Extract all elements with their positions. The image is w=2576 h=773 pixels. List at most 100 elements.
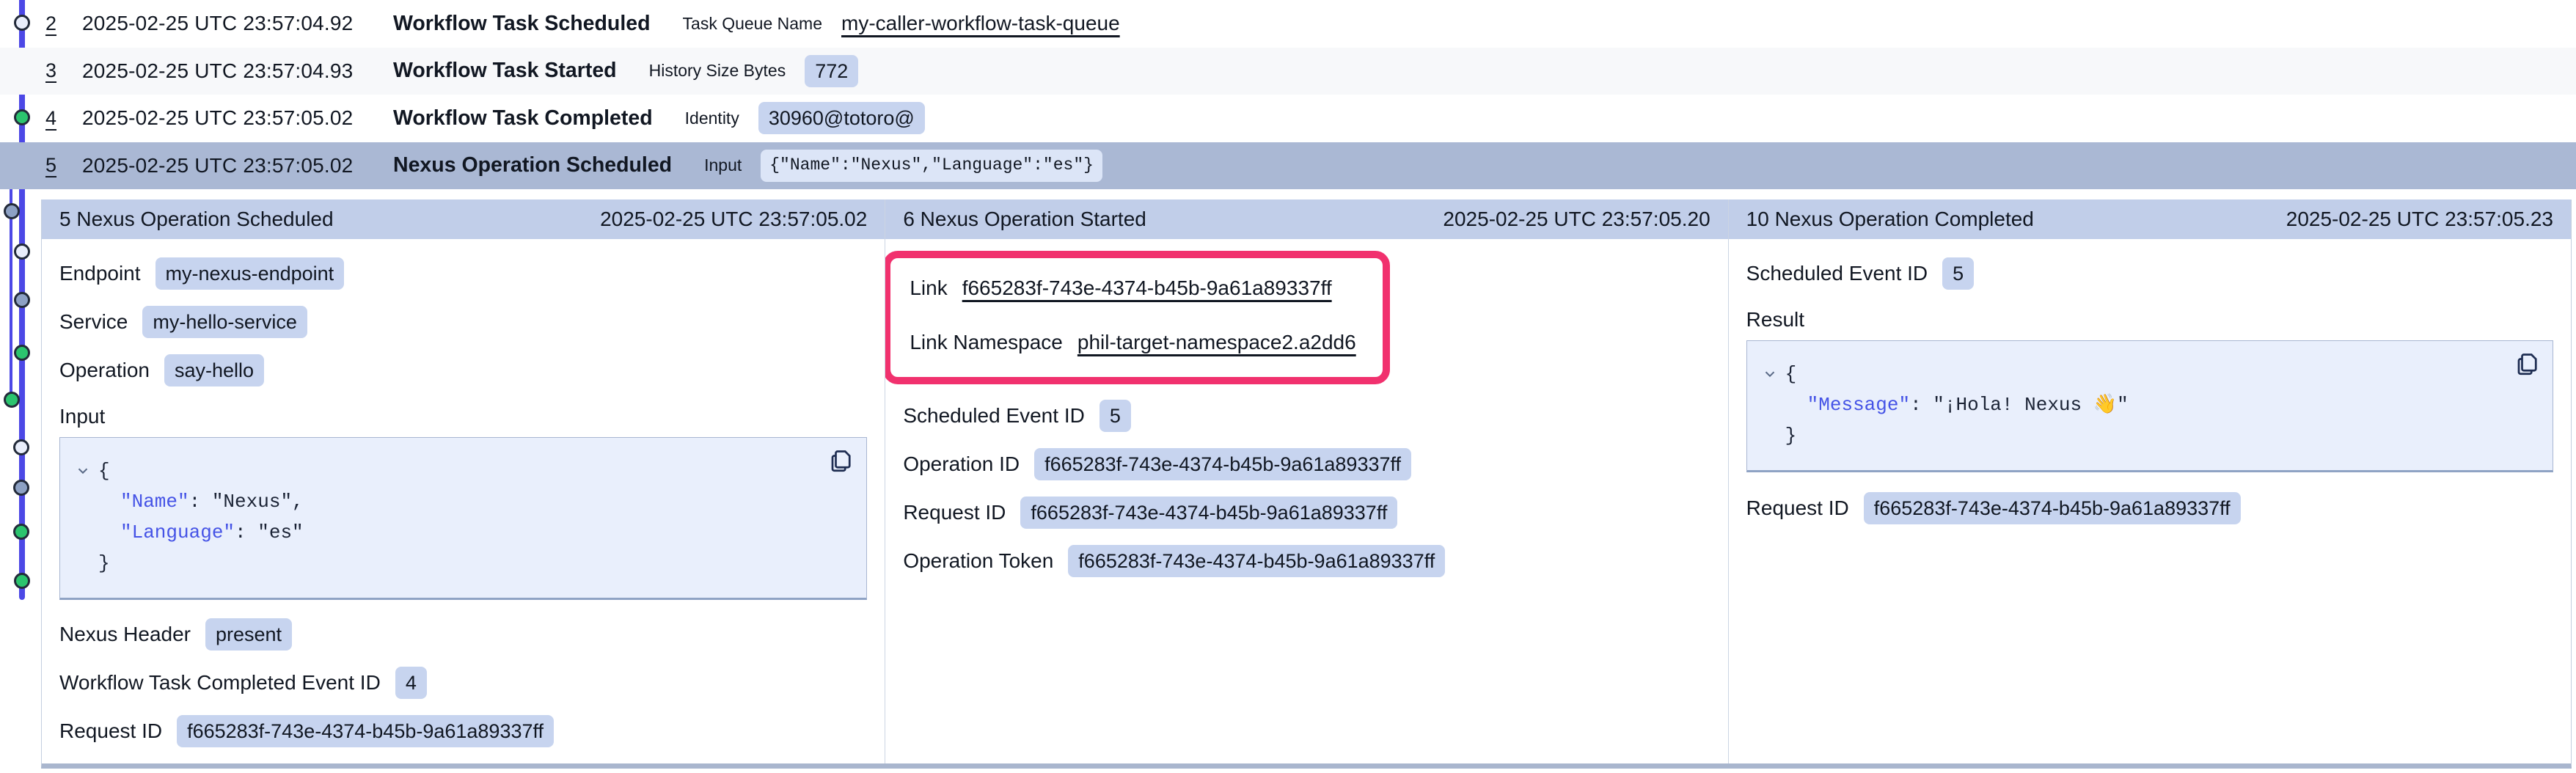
event-attr-label: Input bbox=[704, 155, 742, 175]
json-close-brace: } bbox=[1785, 420, 1797, 451]
json-key: "Name" bbox=[120, 486, 189, 517]
workflow-history-view: 2 2025-02-25 UTC 23:57:04.92 Workflow Ta… bbox=[0, 0, 2576, 773]
field-link: Link f665283f-743e-4374-b45b-9a61a89337f… bbox=[910, 271, 1364, 305]
event-row-3[interactable]: 3 2025-02-25 UTC 23:57:04.93 Workflow Ta… bbox=[0, 48, 2576, 95]
field-service: Service my-hello-service bbox=[59, 305, 867, 339]
field-operation-token: Operation Token f665283f-743e-4374-b45b-… bbox=[903, 544, 1710, 578]
field-nexus-header: Nexus Header present bbox=[59, 618, 867, 651]
event-id-link[interactable]: 4 bbox=[45, 107, 82, 130]
field-scheduled-event-id: Scheduled Event ID 5 bbox=[1746, 257, 2553, 290]
timeline-branch-line bbox=[10, 164, 12, 401]
event-history-table: 2 2025-02-25 UTC 23:57:04.92 Workflow Ta… bbox=[0, 0, 2576, 189]
panel-timestamp: 2025-02-25 UTC 23:57:05.02 bbox=[600, 208, 867, 231]
panel-header: 5 Nexus Operation Scheduled 2025-02-25 U… bbox=[42, 199, 885, 239]
event-timestamp: 2025-02-25 UTC 23:57:05.02 bbox=[82, 106, 393, 130]
nexus-link[interactable]: f665283f-743e-4374-b45b-9a61a89337ff bbox=[962, 276, 1332, 300]
timeline-dot bbox=[14, 573, 30, 589]
wtc-event-id-badge: 4 bbox=[395, 667, 427, 699]
request-id-badge: f665283f-743e-4374-b45b-9a61a89337ff bbox=[1020, 497, 1397, 529]
scheduled-event-id-badge: 5 bbox=[1099, 400, 1131, 432]
event-id-link[interactable]: 2 bbox=[45, 12, 82, 35]
event-attr-value-badge: 772 bbox=[805, 55, 858, 87]
event-attr-value-badge: 30960@totoro@ bbox=[758, 102, 925, 134]
event-name: Workflow Task Scheduled bbox=[393, 12, 651, 36]
json-open-brace: { bbox=[1785, 359, 1797, 389]
event-name: Nexus Operation Scheduled bbox=[393, 153, 672, 177]
field-link-namespace: Link Namespace phil-target-namespace2.a2… bbox=[910, 326, 1364, 359]
event-name: Workflow Task Started bbox=[393, 59, 617, 83]
field-label: Operation Token bbox=[903, 549, 1053, 573]
panel-body: Link f665283f-743e-4374-b45b-9a61a89337f… bbox=[885, 239, 1727, 593]
panel-body: Scheduled Event ID 5 Result bbox=[1729, 239, 2571, 540]
request-id-badge: f665283f-743e-4374-b45b-9a61a89337ff bbox=[177, 715, 554, 747]
timeline-dot bbox=[4, 392, 20, 408]
task-queue-link[interactable]: my-caller-workflow-task-queue bbox=[841, 12, 1120, 35]
field-label: Request ID bbox=[903, 501, 1006, 524]
timeline-dot bbox=[13, 480, 29, 496]
operation-id-badge: f665283f-743e-4374-b45b-9a61a89337ff bbox=[1034, 448, 1411, 480]
scheduled-event-id-badge: 5 bbox=[1942, 257, 1974, 290]
field-operation: Operation say-hello bbox=[59, 353, 867, 387]
panel-header: 6 Nexus Operation Started 2025-02-25 UTC… bbox=[885, 199, 1727, 239]
json-value: : "es" bbox=[235, 517, 304, 548]
event-timestamp: 2025-02-25 UTC 23:57:04.92 bbox=[82, 12, 393, 35]
field-label: Result bbox=[1746, 308, 1804, 331]
field-label: Link bbox=[910, 276, 947, 300]
panel-timestamp: 2025-02-25 UTC 23:57:05.23 bbox=[2286, 208, 2553, 231]
field-label: Nexus Header bbox=[59, 623, 191, 646]
event-row-2[interactable]: 2 2025-02-25 UTC 23:57:04.92 Workflow Ta… bbox=[0, 0, 2576, 48]
nexus-header-badge: present bbox=[205, 618, 292, 651]
endpoint-badge: my-nexus-endpoint bbox=[155, 257, 345, 290]
panel-title: 6 Nexus Operation Started bbox=[903, 208, 1146, 231]
event-attr-label: Task Queue Name bbox=[683, 14, 822, 34]
event-attr-label: Identity bbox=[685, 109, 739, 128]
panel-nexus-operation-scheduled: 5 Nexus Operation Scheduled 2025-02-25 U… bbox=[42, 199, 885, 763]
field-label: Scheduled Event ID bbox=[903, 404, 1085, 428]
field-label: Link Namespace bbox=[910, 331, 1063, 354]
event-row-4[interactable]: 4 2025-02-25 UTC 23:57:05.02 Workflow Ta… bbox=[0, 95, 2576, 142]
copy-icon[interactable] bbox=[2514, 351, 2541, 380]
timeline-dot bbox=[4, 203, 20, 219]
event-input-badge: {"Name":"Nexus","Language":"es"} bbox=[761, 150, 1102, 182]
event-id-link[interactable]: 5 bbox=[45, 154, 82, 177]
field-label: Operation ID bbox=[903, 453, 1020, 476]
json-open-brace: { bbox=[98, 455, 110, 486]
link-namespace-link[interactable]: phil-target-namespace2.a2dd6 bbox=[1077, 331, 1356, 354]
panel-nexus-operation-completed: 10 Nexus Operation Completed 2025-02-25 … bbox=[1728, 199, 2571, 763]
operation-badge: say-hello bbox=[164, 354, 264, 386]
field-label: Operation bbox=[59, 359, 150, 382]
field-label: Request ID bbox=[1746, 497, 1849, 520]
event-timestamp: 2025-02-25 UTC 23:57:05.02 bbox=[82, 154, 393, 177]
operation-token-badge: f665283f-743e-4374-b45b-9a61a89337ff bbox=[1068, 545, 1445, 577]
panel-nexus-operation-started: 6 Nexus Operation Started 2025-02-25 UTC… bbox=[885, 199, 1727, 763]
event-attr-label: History Size Bytes bbox=[649, 61, 786, 81]
timeline-dot bbox=[14, 243, 30, 260]
result-json-viewer: { "Message" : "¡Hola! Nexus 👋" } bbox=[1746, 340, 2553, 472]
panel-title: 5 Nexus Operation Scheduled bbox=[59, 208, 334, 231]
event-row-5-selected[interactable]: 5 2025-02-25 UTC 23:57:05.02 Nexus Opera… bbox=[0, 142, 2576, 190]
annotation-highlight-box: Link f665283f-743e-4374-b45b-9a61a89337f… bbox=[885, 251, 1390, 384]
field-label: Endpoint bbox=[59, 262, 141, 285]
timeline-dot bbox=[14, 292, 30, 308]
field-request-id: Request ID f665283f-743e-4374-b45b-9a61a… bbox=[1746, 491, 2553, 525]
field-request-id: Request ID f665283f-743e-4374-b45b-9a61a… bbox=[59, 714, 867, 748]
field-request-id: Request ID f665283f-743e-4374-b45b-9a61a… bbox=[903, 496, 1710, 530]
timeline-dot bbox=[13, 524, 29, 540]
chevron-down-icon[interactable] bbox=[1762, 366, 1785, 382]
copy-icon[interactable] bbox=[828, 448, 855, 477]
field-result: Result bbox=[1746, 308, 2553, 331]
field-label: Request ID bbox=[59, 719, 162, 743]
field-operation-id: Operation ID f665283f-743e-4374-b45b-9a6… bbox=[903, 447, 1710, 481]
input-json-viewer: { "Name" : "Nexus", "Language" : "es" } bbox=[59, 437, 867, 600]
field-label: Input bbox=[59, 405, 105, 428]
chevron-down-icon[interactable] bbox=[75, 463, 98, 479]
service-badge: my-hello-service bbox=[142, 306, 307, 338]
panel-title: 10 Nexus Operation Completed bbox=[1746, 208, 2034, 231]
event-id-link[interactable]: 3 bbox=[45, 59, 82, 82]
field-endpoint: Endpoint my-nexus-endpoint bbox=[59, 257, 867, 290]
field-label: Workflow Task Completed Event ID bbox=[59, 671, 381, 695]
event-timestamp: 2025-02-25 UTC 23:57:04.93 bbox=[82, 59, 393, 83]
json-value: : "¡Hola! Nexus 👋" bbox=[1910, 389, 2129, 420]
panel-body: Endpoint my-nexus-endpoint Service my-he… bbox=[42, 239, 885, 763]
field-scheduled-event-id: Scheduled Event ID 5 bbox=[903, 399, 1710, 433]
